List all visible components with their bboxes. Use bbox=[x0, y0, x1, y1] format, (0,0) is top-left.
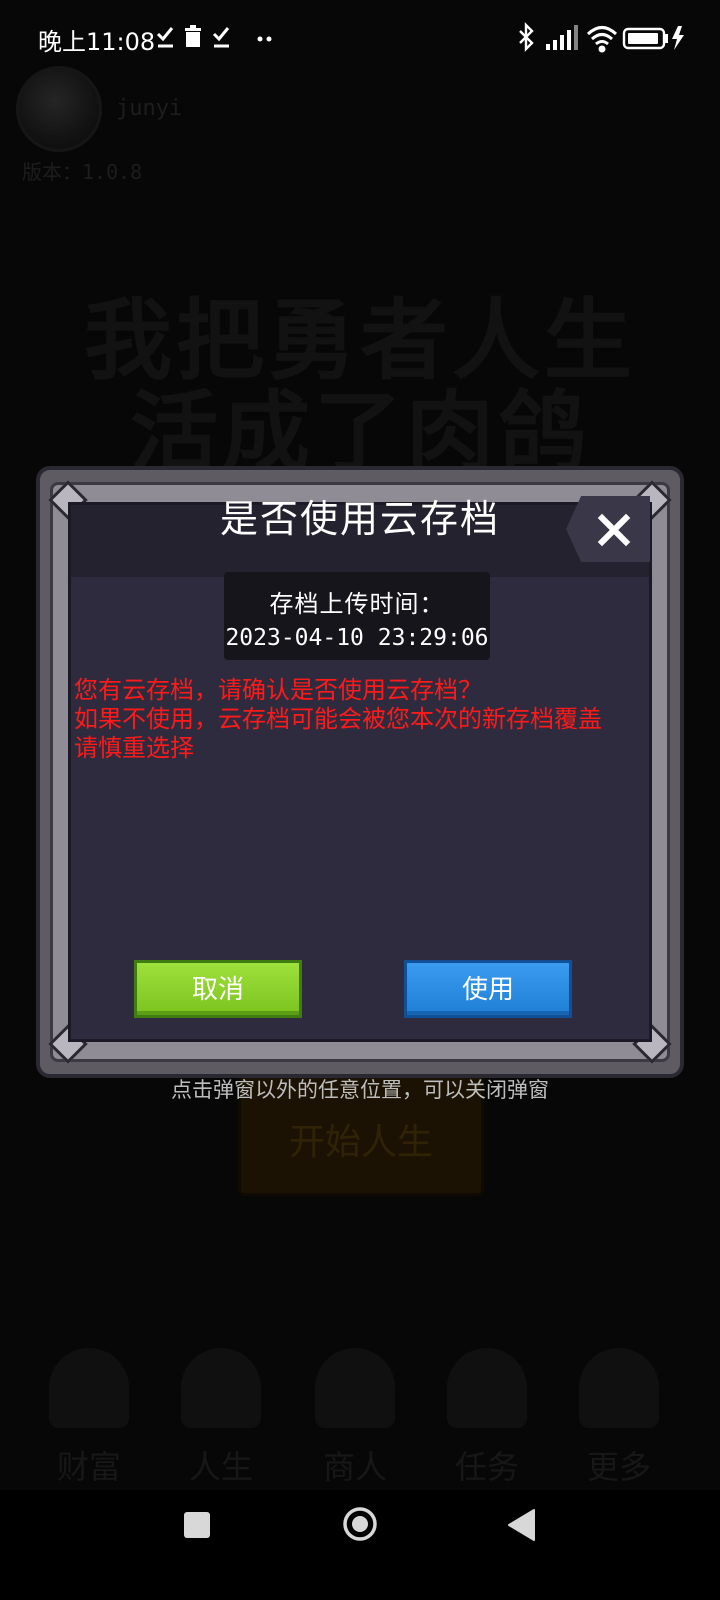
status-bar: 晚上11:08 bbox=[0, 0, 720, 76]
trash-icon bbox=[185, 25, 201, 47]
recents-square-icon[interactable] bbox=[184, 1512, 210, 1538]
signal-icon bbox=[546, 25, 578, 50]
download-done-icon bbox=[156, 27, 174, 48]
system-nav-bar bbox=[0, 1490, 720, 1600]
cloud-save-dialog: 是否使用云存档 存档上传时间： 2023-04-10 23:29:06 您有云存… bbox=[36, 466, 684, 1078]
status-left-icons bbox=[156, 25, 272, 48]
upload-time-label: 存档上传时间： bbox=[269, 590, 445, 618]
warning-line: 请慎重选择 bbox=[74, 734, 194, 762]
cancel-button[interactable]: 取消 bbox=[134, 960, 302, 1018]
download-done-icon bbox=[212, 27, 230, 48]
status-time: 晚上11:08 bbox=[38, 28, 156, 56]
battery-charging-icon bbox=[622, 26, 684, 50]
warning-line: 您有云存档，请确认是否使用云存档？ bbox=[74, 676, 482, 704]
status-right-icons bbox=[519, 22, 684, 53]
wifi-icon bbox=[586, 26, 618, 53]
close-icon[interactable] bbox=[590, 506, 638, 554]
more-dots-icon bbox=[257, 36, 272, 42]
warning-line: 如果不使用，云存档可能会被您本次的新存档覆盖 bbox=[74, 705, 602, 733]
back-triangle-icon[interactable] bbox=[506, 1508, 536, 1542]
close-hint: 点击弹窗以外的任意位置，可以关闭弹窗 bbox=[171, 1078, 549, 1102]
bluetooth-icon bbox=[519, 22, 534, 52]
use-cloud-save-button[interactable]: 使用 bbox=[404, 960, 572, 1018]
home-circle-icon[interactable] bbox=[342, 1506, 378, 1542]
warning-message: 您有云存档，请确认是否使用云存档？ 如果不使用，云存档可能会被您本次的新存档覆盖… bbox=[74, 676, 646, 763]
upload-time-value: 2023-04-10 23:29:06 bbox=[225, 625, 489, 651]
upload-time-box: 存档上传时间： 2023-04-10 23:29:06 bbox=[224, 572, 490, 660]
